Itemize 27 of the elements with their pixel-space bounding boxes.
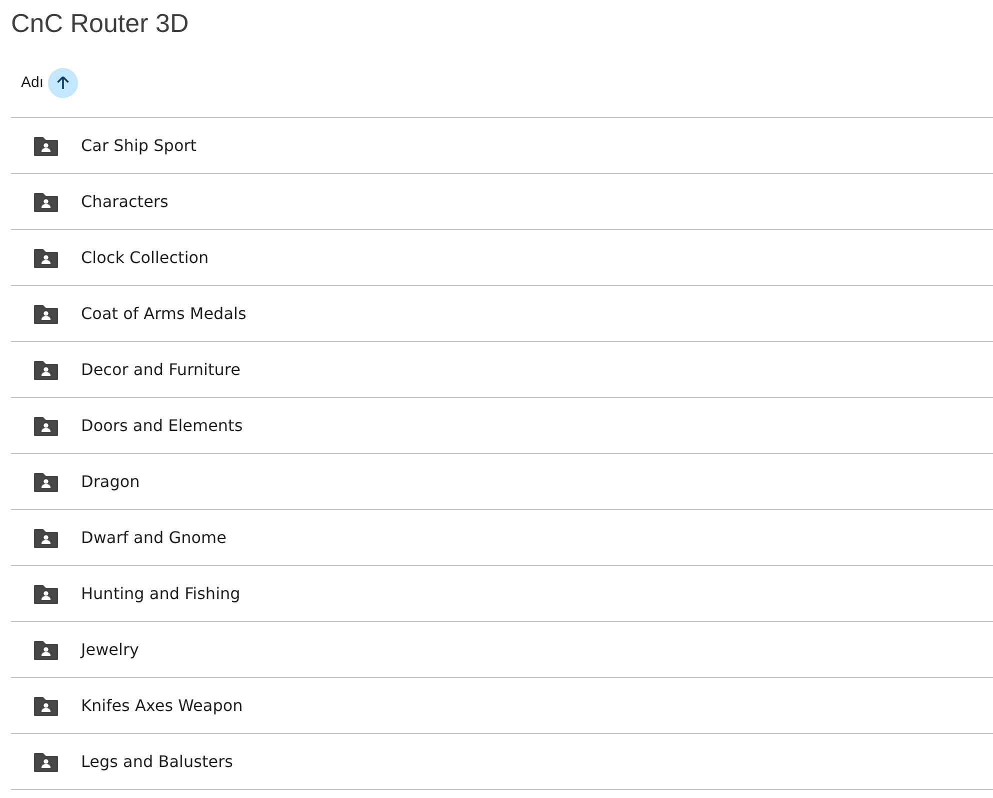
shared-folder-icon — [33, 750, 59, 772]
sort-button[interactable] — [48, 68, 78, 98]
folder-name[interactable]: Decor and Furniture — [81, 360, 240, 379]
shared-folder-icon — [33, 526, 59, 548]
folder-name[interactable]: Legs and Balusters — [81, 752, 233, 771]
folder-name[interactable]: Clock Collection — [81, 248, 209, 267]
folder-name[interactable]: Car Ship Sport — [81, 136, 197, 155]
shared-folder-icon — [33, 246, 59, 268]
shared-folder-icon — [33, 638, 59, 660]
folder-name[interactable]: Hunting and Fishing — [81, 584, 240, 603]
shared-folder-icon — [33, 470, 59, 492]
folder-name[interactable]: Coat of Arms Medals — [81, 304, 246, 323]
shared-folder-icon — [33, 358, 59, 380]
folder-name[interactable]: Doors and Elements — [81, 416, 243, 435]
shared-folder-icon — [33, 694, 59, 716]
column-header[interactable]: Adı — [21, 74, 44, 91]
folder-name[interactable]: Jewelry — [81, 640, 139, 659]
folder-name[interactable]: Dragon — [81, 472, 140, 491]
shared-folder-icon — [33, 134, 59, 156]
folder-name[interactable]: Dwarf and Gnome — [81, 528, 226, 547]
shared-folder-icon — [33, 190, 59, 212]
shared-folder-icon — [33, 582, 59, 604]
folder-name[interactable]: Characters — [81, 192, 168, 211]
folder-title: CnC Router 3D — [11, 7, 190, 40]
folder-name[interactable]: Knifes Axes Weapon — [81, 696, 243, 715]
shared-folder-icon — [33, 414, 59, 436]
shared-folder-icon — [33, 302, 59, 324]
